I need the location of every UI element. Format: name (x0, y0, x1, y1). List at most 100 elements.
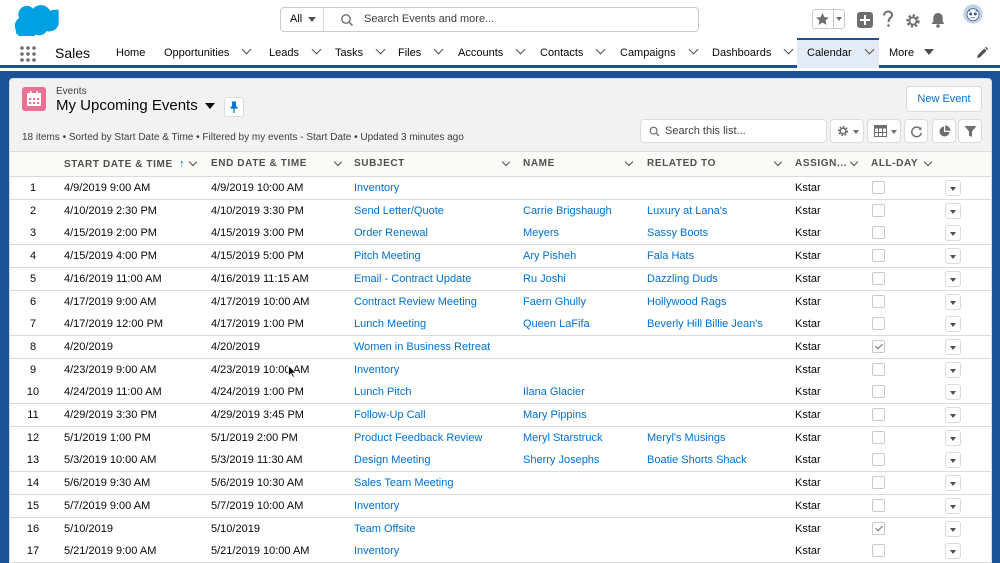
chevron-down-icon[interactable] (375, 44, 386, 55)
nav-tab-accounts[interactable]: Accounts (450, 38, 533, 68)
column-header-related-to[interactable]: RELATED TO (647, 152, 716, 176)
edit-nav-pencil-icon[interactable] (975, 46, 989, 60)
nav-tab-files[interactable]: Files (390, 38, 450, 68)
new-event-button[interactable]: New Event (906, 86, 982, 112)
name-link[interactable]: Mary Pippins (523, 404, 587, 426)
related-to-link[interactable]: Hollywood Rags (647, 291, 726, 313)
charts-button[interactable] (932, 119, 956, 143)
name-link[interactable]: Meyers (523, 222, 559, 244)
nav-tab-campaigns[interactable]: Campaigns (612, 38, 704, 68)
row-actions-menu-button[interactable] (945, 497, 961, 514)
row-actions-menu-button[interactable] (945, 316, 961, 333)
subject-link[interactable]: Follow-Up Call (354, 404, 426, 426)
settings-gear-icon[interactable] (905, 11, 921, 31)
subject-link[interactable]: Team Offsite (354, 518, 416, 540)
name-link[interactable]: Carrie Brigshaugh (523, 200, 612, 222)
chevron-down-icon[interactable] (923, 157, 933, 167)
nav-tab-home[interactable]: Home (104, 38, 156, 68)
object-breadcrumb[interactable]: Events (56, 86, 87, 97)
related-to-link[interactable]: Meryl's Musings (647, 427, 726, 449)
name-link[interactable]: Sherry Josephs (523, 449, 599, 471)
subject-link[interactable]: Product Feedback Review (354, 427, 482, 449)
chevron-down-icon[interactable] (515, 44, 526, 55)
chevron-down-icon[interactable] (849, 157, 859, 167)
row-actions-menu-button[interactable] (945, 270, 961, 287)
subject-link[interactable]: Lunch Meeting (354, 313, 426, 335)
chevron-down-icon[interactable] (188, 157, 198, 167)
column-header-subject[interactable]: SUBJECT (354, 152, 405, 176)
chevron-down-icon[interactable] (333, 157, 343, 167)
name-link[interactable]: Ru Joshi (523, 268, 566, 290)
related-to-link[interactable]: Boatie Shorts Shack (647, 449, 747, 471)
name-link[interactable]: Faern Ghully (523, 291, 586, 313)
row-actions-menu-button[interactable] (945, 520, 961, 537)
related-to-link[interactable]: Fala Hats (647, 245, 694, 267)
nav-more-menu[interactable]: More (880, 38, 940, 68)
pin-list-view-button[interactable] (224, 97, 244, 117)
sort-ascending-arrow-icon[interactable]: ↑ (179, 158, 185, 170)
column-header-start-date[interactable]: START DATE & TIME ↑ (64, 152, 185, 176)
help-icon[interactable] (881, 9, 895, 29)
name-link[interactable]: Ary Pisheh (523, 245, 576, 267)
nav-tab-contacts[interactable]: Contacts (532, 38, 612, 68)
column-header-name[interactable]: NAME (523, 152, 555, 176)
subject-link[interactable]: Send Letter/Quote (354, 200, 444, 222)
row-actions-menu-button[interactable] (945, 429, 961, 446)
chevron-down-icon[interactable] (864, 44, 875, 55)
related-to-link[interactable]: Luxury at Lana's (647, 200, 727, 222)
chevron-down-icon[interactable] (773, 157, 783, 167)
subject-link[interactable]: Design Meeting (354, 449, 430, 471)
related-to-link[interactable]: Beverly Hill Billie Jean's (647, 313, 763, 335)
subject-link[interactable]: Inventory (354, 177, 399, 199)
row-actions-menu-button[interactable] (945, 338, 961, 355)
row-actions-menu-button[interactable] (945, 293, 961, 310)
chevron-down-icon[interactable] (624, 157, 634, 167)
column-header-assigned[interactable]: ASSIGN... (795, 152, 847, 176)
subject-link[interactable]: Pitch Meeting (354, 245, 421, 267)
chevron-down-icon[interactable] (433, 44, 444, 55)
row-actions-menu-button[interactable] (945, 475, 961, 492)
favorites-button[interactable] (812, 9, 845, 29)
chevron-down-icon[interactable] (311, 44, 322, 55)
row-actions-menu-button[interactable] (945, 361, 961, 378)
subject-link[interactable]: Sales Team Meeting (354, 472, 453, 494)
column-header-all-day[interactable]: ALL-DAY (871, 152, 918, 176)
nav-tab-calendar[interactable]: Calendar (797, 38, 879, 68)
nav-tab-dashboards[interactable]: Dashboards (704, 38, 797, 68)
column-header-end-date[interactable]: END DATE & TIME (211, 152, 307, 176)
nav-tab-tasks[interactable]: Tasks (327, 38, 391, 68)
row-actions-menu-button[interactable] (945, 225, 961, 242)
name-link[interactable]: Queen LaFifa (523, 313, 590, 335)
subject-link[interactable]: Email - Contract Update (354, 268, 471, 290)
chevron-down-icon[interactable] (595, 44, 606, 55)
chevron-down-icon[interactable] (501, 157, 511, 167)
subject-link[interactable]: Inventory (354, 495, 399, 517)
app-launcher-icon[interactable] (20, 46, 36, 62)
row-actions-menu-button[interactable] (945, 384, 961, 401)
subject-link[interactable]: Inventory (354, 540, 399, 562)
row-actions-menu-button[interactable] (945, 407, 961, 423)
subject-link[interactable]: Contract Review Meeting (354, 291, 477, 313)
related-to-link[interactable]: Sassy Boots (647, 222, 708, 244)
row-actions-menu-button[interactable] (945, 543, 961, 560)
name-link[interactable]: Ilana Glacier (523, 381, 585, 403)
subject-link[interactable]: Inventory (354, 359, 399, 381)
user-avatar[interactable] (958, 4, 988, 24)
chevron-down-icon[interactable] (241, 44, 252, 55)
display-as-table-button[interactable] (867, 119, 901, 143)
refresh-button[interactable] (904, 119, 928, 143)
nav-tab-opportunities[interactable]: Opportunities (156, 38, 261, 68)
nav-tab-leads[interactable]: Leads (261, 38, 329, 68)
list-view-title[interactable]: My Upcoming Events (56, 97, 198, 114)
notifications-bell-icon[interactable] (930, 10, 946, 30)
global-search[interactable]: All Search Events and more... (280, 7, 699, 32)
subject-link[interactable]: Women in Business Retreat (354, 336, 490, 358)
subject-link[interactable]: Lunch Pitch (354, 381, 411, 403)
list-settings-button[interactable] (830, 119, 864, 143)
salesforce-logo[interactable] (14, 4, 60, 36)
global-create-icon[interactable] (857, 10, 873, 30)
list-search-input[interactable]: Search this list... (640, 119, 827, 143)
subject-link[interactable]: Order Renewal (354, 222, 428, 244)
row-actions-menu-button[interactable] (945, 202, 961, 219)
related-to-link[interactable]: Dazzling Duds (647, 268, 718, 290)
